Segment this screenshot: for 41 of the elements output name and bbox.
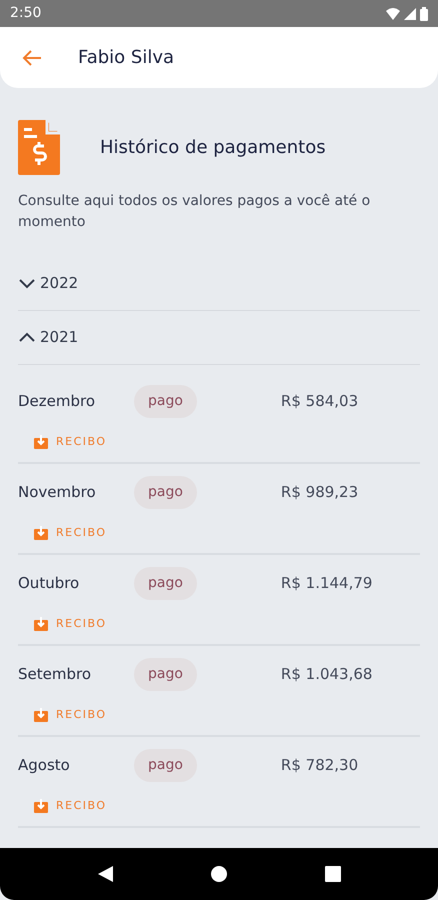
status-tag: pago — [134, 384, 197, 418]
section-title: Histórico de pagamentos — [100, 136, 326, 160]
year-header[interactable]: 2021 — [18, 311, 420, 365]
status-time: 2:50 — [10, 4, 42, 23]
payment-amount: R$ 989,23 — [280, 482, 358, 503]
chevron-down-icon — [18, 277, 36, 290]
month-label: Outubro — [18, 573, 80, 594]
download-icon — [34, 526, 48, 540]
payment-amount: R$ 1.043,68 — [280, 664, 372, 685]
back-nav-icon[interactable] — [96, 865, 114, 883]
download-icon — [34, 435, 48, 449]
status-tag: pago — [134, 566, 197, 600]
screen-title: Fabio Silva — [78, 46, 174, 70]
home-nav-icon[interactable] — [210, 865, 228, 883]
chevron-up-icon — [18, 331, 36, 344]
download-icon — [34, 617, 48, 631]
payment-amount: R$ 1.144,79 — [280, 573, 372, 594]
month-label: Dezembro — [18, 391, 96, 412]
receipt-button[interactable]: RECIBO — [34, 706, 107, 724]
receipt-button[interactable]: RECIBO — [34, 798, 107, 814]
status-tag: pago — [134, 658, 197, 691]
battery-icon — [420, 6, 428, 20]
receipt-button[interactable]: RECIBO — [34, 616, 107, 632]
back-icon[interactable] — [22, 48, 42, 66]
month-label: Novembro — [18, 482, 97, 503]
recents-nav-icon[interactable] — [324, 865, 342, 883]
download-icon — [34, 799, 48, 813]
payment-amount: R$ 584,03 — [280, 391, 358, 412]
document-dollar-icon — [18, 120, 60, 175]
month-label: Setembro — [18, 664, 92, 685]
description-text: Consulte aqui todos os valores pagos a você até o momento — [18, 192, 372, 232]
status-tag: pago — [134, 476, 197, 509]
status-tag: pago — [134, 748, 197, 782]
month-label: Agosto — [18, 755, 71, 776]
signal-icon — [404, 8, 416, 20]
download-icon — [34, 708, 48, 722]
receipt-button[interactable]: RECIBO — [34, 524, 107, 542]
wifi-icon — [386, 8, 400, 20]
year-header[interactable]: 2022 — [18, 257, 420, 311]
receipt-button[interactable]: RECIBO — [34, 434, 107, 450]
payment-amount: R$ 782,30 — [280, 755, 358, 776]
